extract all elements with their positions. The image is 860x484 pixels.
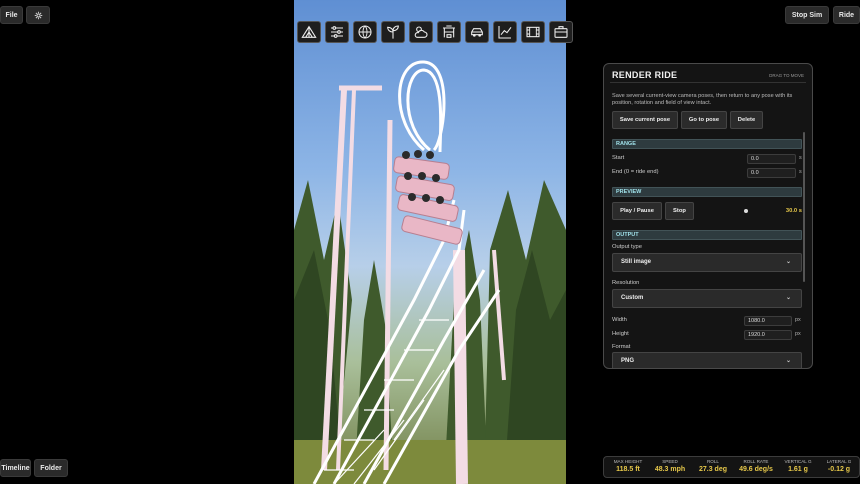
gear-icon bbox=[34, 11, 42, 19]
tool-car[interactable] bbox=[465, 21, 489, 43]
chevron-down-icon: ⌄ bbox=[785, 358, 791, 364]
tool-station[interactable] bbox=[437, 21, 461, 43]
stop-preview-button[interactable]: Stop bbox=[665, 202, 694, 220]
range-section-header: RANGE bbox=[612, 139, 802, 149]
stat-roll-rate: ROLL RATE 49.6 deg/s bbox=[739, 459, 773, 473]
settings-button[interactable] bbox=[26, 6, 50, 24]
stat-vertical-g: VERTICAL G 1.61 g bbox=[784, 459, 812, 473]
tool-sprout[interactable] bbox=[381, 21, 405, 43]
timeline-button[interactable]: Timeline bbox=[0, 459, 31, 477]
preview-scrub-handle[interactable] bbox=[744, 209, 748, 213]
stat-speed: SPEED 48.3 mph bbox=[654, 459, 686, 473]
tool-tent[interactable] bbox=[297, 21, 321, 43]
tool-globe[interactable] bbox=[353, 21, 377, 43]
sliders-icon bbox=[331, 26, 343, 38]
chevron-down-icon: ⌄ bbox=[785, 259, 791, 265]
tool-toolbar bbox=[297, 21, 573, 43]
panel-title: RENDER RIDE bbox=[612, 70, 678, 80]
tool-weather[interactable] bbox=[409, 21, 433, 43]
weather-icon bbox=[414, 26, 428, 38]
end-input[interactable]: 0.0 bbox=[747, 168, 796, 178]
output-section-header: OUTPUT bbox=[612, 230, 802, 240]
car-icon bbox=[471, 28, 483, 37]
folder-button[interactable]: Folder bbox=[34, 459, 68, 477]
resolution-label: Resolution bbox=[612, 280, 640, 286]
stat-max-height: MAX HEIGHT 118.5 ft bbox=[613, 459, 643, 473]
stop-sim-button[interactable]: Stop Sim bbox=[785, 6, 829, 24]
preview-time: 30.0 s bbox=[785, 208, 802, 214]
delete-pose-button[interactable]: Delete bbox=[730, 111, 763, 129]
output-type-label: Output type bbox=[612, 244, 642, 250]
tool-briefcase[interactable] bbox=[549, 21, 573, 43]
stat-roll: ROLL 27.3 deg bbox=[698, 459, 727, 473]
briefcase-icon bbox=[554, 26, 568, 38]
line-chart-icon bbox=[498, 26, 512, 39]
goto-pose-button[interactable]: Go to pose bbox=[681, 111, 727, 129]
output-type-select[interactable]: Still image ⌄ bbox=[612, 253, 802, 272]
stat-lateral-g: LATERAL G -0.12 g bbox=[826, 459, 852, 473]
format-select[interactable]: PNG ⌄ bbox=[612, 352, 802, 368]
tool-chart[interactable] bbox=[493, 21, 517, 43]
height-input[interactable]: 1920.0 bbox=[744, 330, 792, 340]
height-unit: px bbox=[795, 331, 801, 337]
width-unit: px bbox=[795, 317, 801, 323]
chevron-down-icon: ⌄ bbox=[785, 295, 791, 301]
panel-drag-hint: DRAG TO MOVE bbox=[769, 73, 804, 78]
ride-stats-bar: MAX HEIGHT 118.5 ft SPEED 48.3 mph ROLL 27.… bbox=[603, 456, 860, 478]
height-label: Height bbox=[612, 331, 629, 337]
sprout-icon bbox=[387, 25, 399, 39]
end-unit: s bbox=[799, 169, 802, 175]
ride-button[interactable]: Ride bbox=[833, 6, 860, 24]
start-unit: s bbox=[799, 155, 802, 161]
width-label: Width bbox=[612, 317, 627, 323]
end-label: End (0 = ride end) bbox=[612, 169, 659, 175]
resolution-value: Custom bbox=[621, 295, 644, 301]
start-label: Start bbox=[612, 155, 625, 161]
preview-section-header: PREVIEW bbox=[612, 187, 802, 197]
play-pause-button[interactable]: Play / Pause bbox=[612, 202, 662, 220]
start-input[interactable]: 0.0 bbox=[747, 154, 796, 164]
station-icon bbox=[443, 25, 455, 38]
resolution-select[interactable]: Custom ⌄ bbox=[612, 289, 802, 308]
globe-icon bbox=[358, 25, 372, 39]
ride-viewport[interactable] bbox=[294, 0, 566, 484]
format-label: Format bbox=[612, 344, 631, 350]
file-menu-button[interactable]: File bbox=[0, 6, 23, 24]
render-ride-panel: RENDER RIDE DRAG TO MOVE Save several cu… bbox=[603, 63, 813, 369]
save-pose-button[interactable]: Save current pose bbox=[612, 111, 678, 129]
output-type-value: Still image bbox=[621, 259, 652, 265]
format-value: PNG bbox=[621, 358, 635, 364]
film-icon bbox=[526, 26, 540, 38]
tool-sliders[interactable] bbox=[325, 21, 349, 43]
panel-scrollbar[interactable] bbox=[803, 132, 805, 282]
tent-icon bbox=[301, 25, 317, 38]
coaster-scene bbox=[294, 60, 566, 484]
panel-description: Save several current-view camera poses, … bbox=[612, 93, 793, 106]
tool-film[interactable] bbox=[521, 21, 545, 43]
width-input[interactable]: 1080.0 bbox=[744, 316, 792, 326]
